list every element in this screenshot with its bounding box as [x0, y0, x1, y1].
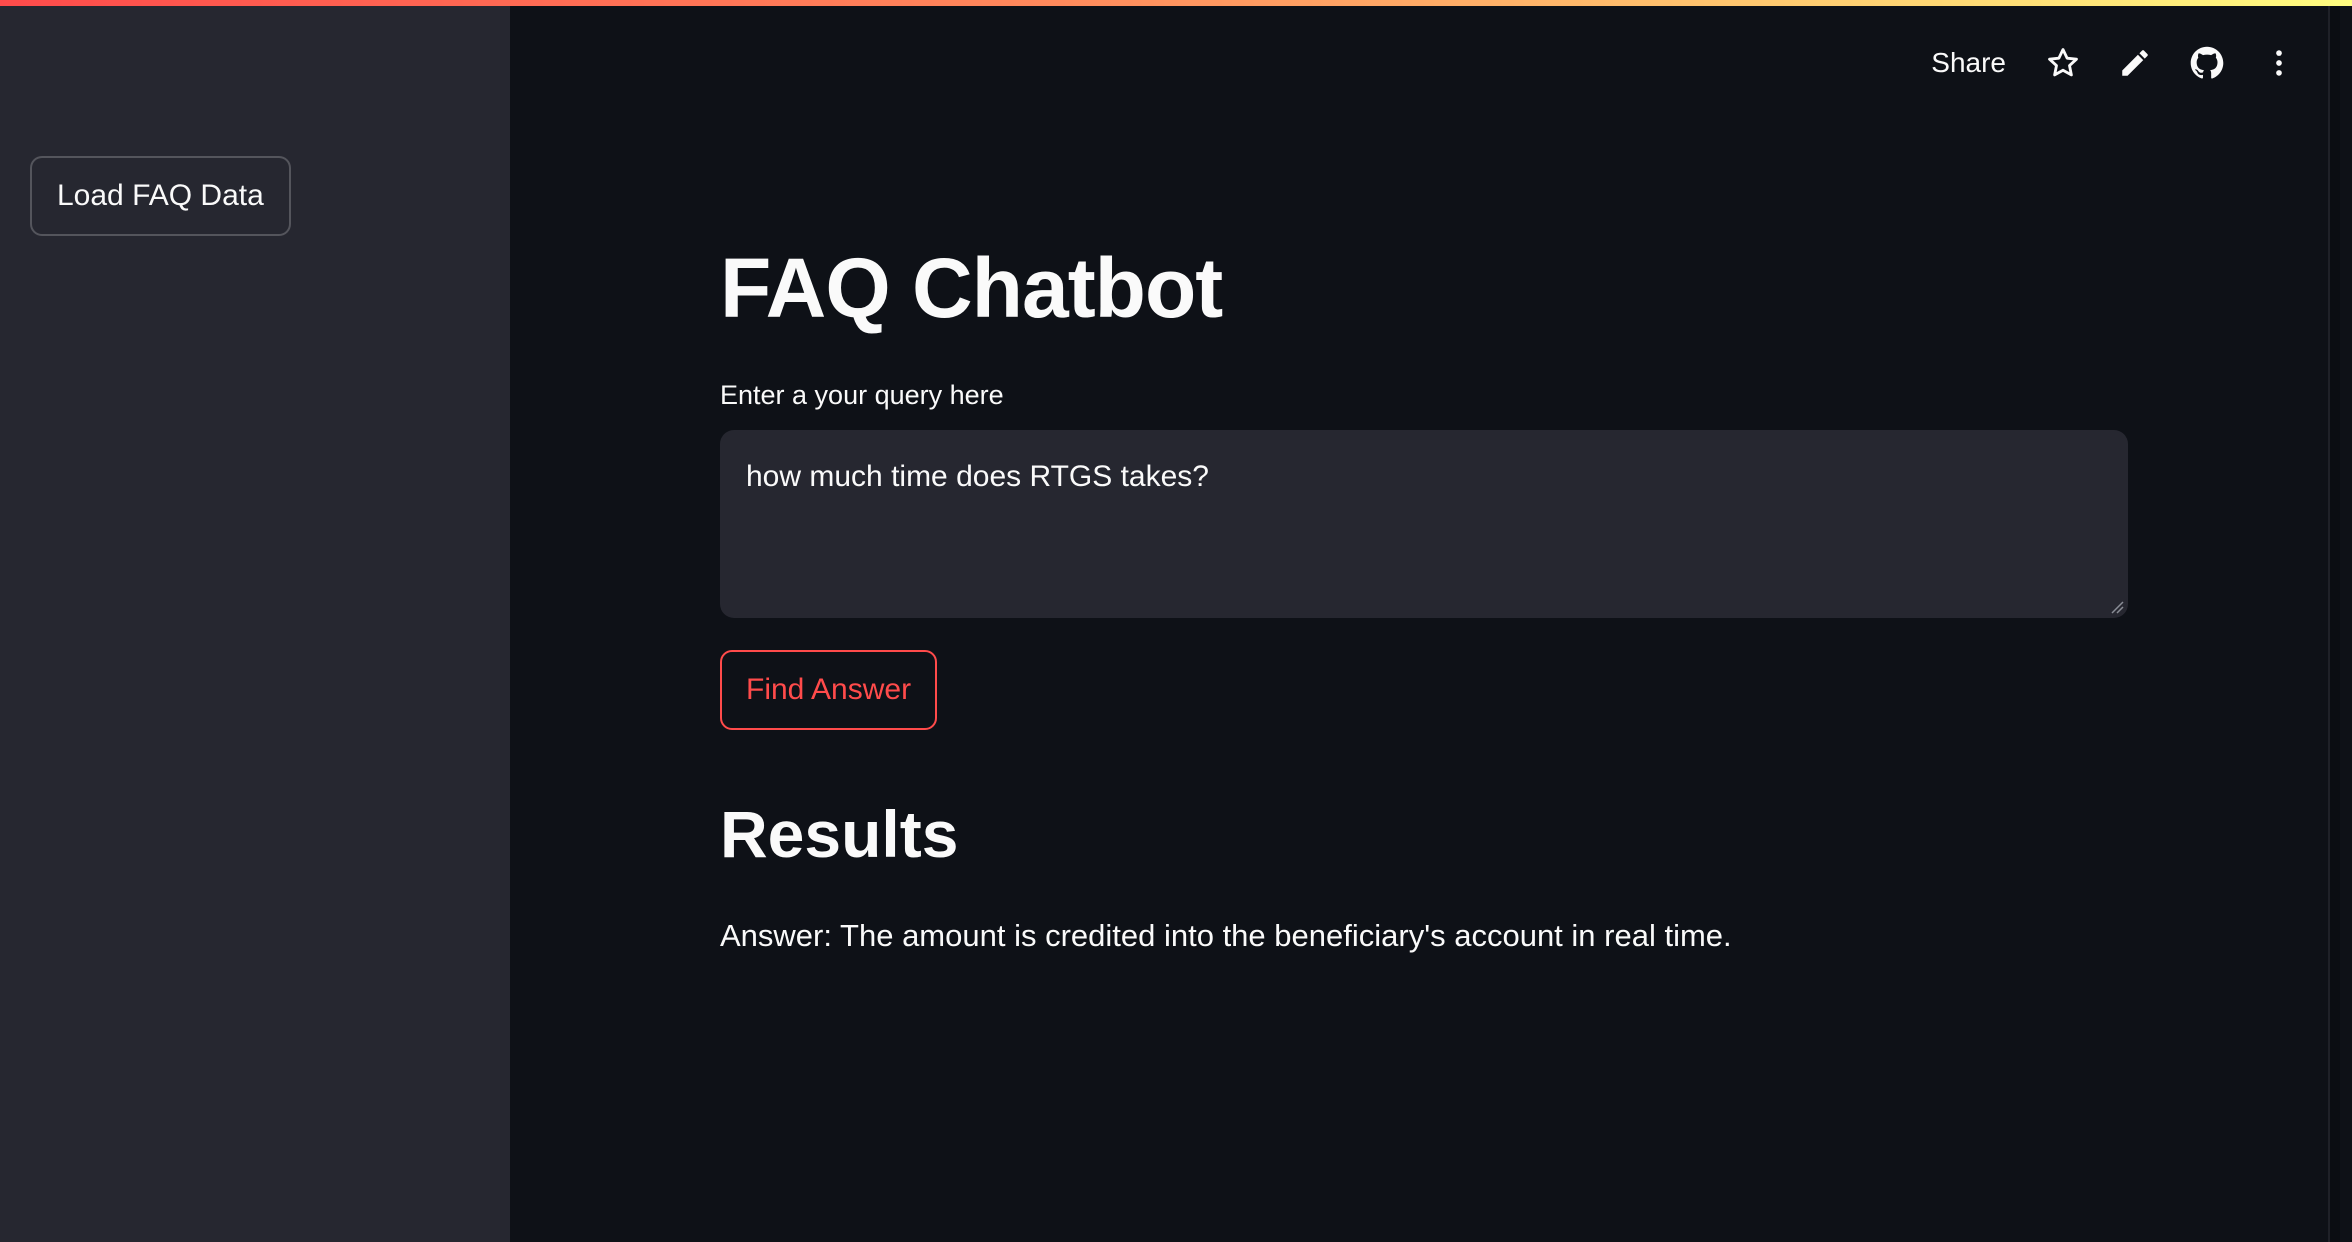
pencil-icon[interactable]: [2116, 44, 2154, 82]
share-button[interactable]: Share: [1931, 47, 2006, 79]
star-icon[interactable]: [2044, 44, 2082, 82]
app-toolbar: Share: [1931, 38, 2298, 88]
find-answer-button[interactable]: Find Answer: [720, 650, 938, 730]
github-icon[interactable]: [2188, 44, 2226, 82]
results-heading: Results: [720, 797, 959, 871]
page-title: FAQ Chatbot: [720, 241, 1223, 335]
query-label: Enter a your query here: [720, 380, 1004, 410]
answer-text: Answer: The amount is credited into the …: [720, 918, 1732, 953]
main-area: Share: [510, 0, 2340, 1242]
more-vertical-icon[interactable]: [2260, 44, 2298, 82]
scrollbar[interactable]: [2328, 0, 2340, 1242]
resize-grip-icon[interactable]: [2110, 600, 2124, 614]
top-decoration-bar: [0, 0, 2352, 6]
load-faq-data-button[interactable]: Load FAQ Data: [30, 156, 291, 236]
sidebar: Load FAQ Data: [0, 0, 510, 1242]
query-textarea[interactable]: how much time does RTGS takes?: [720, 430, 2128, 618]
query-text: how much time does RTGS takes?: [746, 460, 1209, 493]
